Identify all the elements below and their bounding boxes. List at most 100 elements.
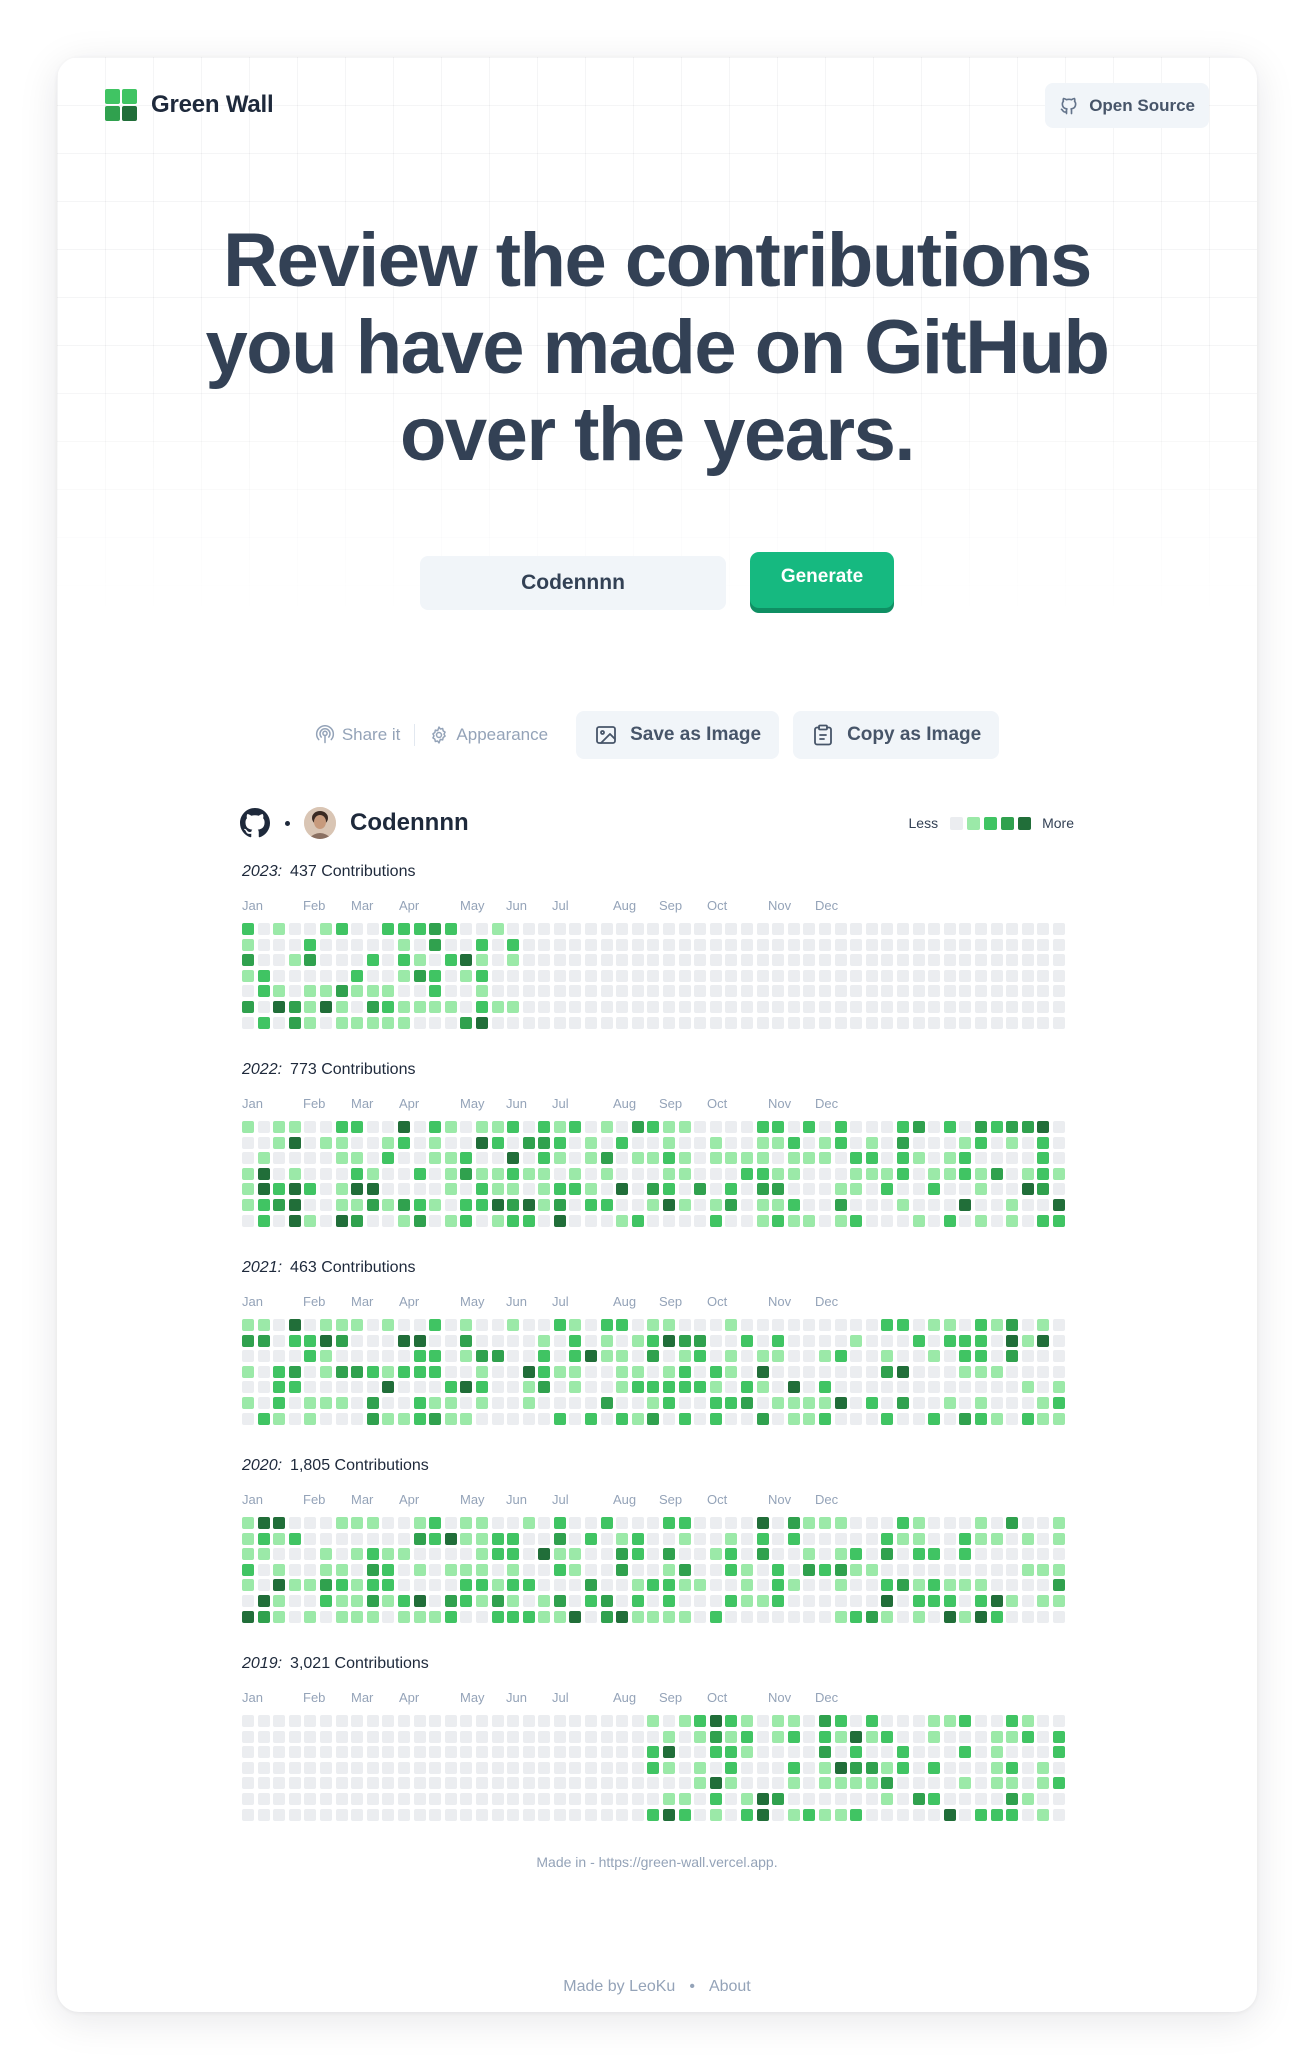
contribution-cell <box>242 1000 254 1013</box>
year-block-2020: 2020: 1,805 Contributions Jan Feb Mar Apr Ma… <box>242 1457 1065 1623</box>
contribution-cell <box>741 1808 753 1821</box>
contribution-cell <box>351 1730 364 1743</box>
open-source-button[interactable]: Open Source <box>1045 83 1209 128</box>
contribution-cell <box>553 1532 566 1545</box>
contribution-cell <box>335 954 348 967</box>
contribution-cell <box>663 954 676 967</box>
contribution-cell <box>273 1350 286 1363</box>
contribution-cell <box>600 1715 613 1727</box>
contribution-cell <box>678 1396 691 1409</box>
contribution-cell <box>865 1396 878 1409</box>
contribution-cell <box>725 1365 738 1378</box>
contribution-cell <box>429 1777 442 1790</box>
contribution-cell <box>507 1761 520 1774</box>
contribution-cell <box>429 923 442 935</box>
contribution-cell <box>475 985 488 998</box>
contribution-cell <box>974 1808 987 1821</box>
contribution-cell <box>366 1579 379 1592</box>
contribution-cell <box>631 1334 644 1347</box>
contribution-cell <box>585 1761 598 1774</box>
contribution-cell <box>709 1152 722 1165</box>
contribution-cell <box>429 1167 442 1180</box>
contribution-cell <box>678 1000 691 1013</box>
green-wall-logo-icon <box>105 89 137 121</box>
contribution-cell <box>538 1350 551 1363</box>
contribution-cell <box>772 1016 785 1029</box>
contribution-cell <box>725 1121 738 1133</box>
contribution-cell <box>974 1761 987 1774</box>
contribution-cell <box>741 1152 753 1165</box>
contribution-cell <box>585 1152 598 1165</box>
contribution-cell <box>319 1761 332 1774</box>
username-input[interactable] <box>420 556 726 610</box>
contribution-cell <box>522 1198 535 1211</box>
contribution-cell <box>647 1715 660 1727</box>
contribution-cell <box>1037 1365 1050 1378</box>
contribution-cell <box>663 1350 676 1363</box>
contribution-cell <box>725 1334 738 1347</box>
contribution-cell <box>444 954 457 967</box>
contribution-cell <box>538 1152 551 1165</box>
contribution-cell <box>429 1350 442 1363</box>
contribution-cell <box>1006 1761 1019 1774</box>
contribution-grid <box>242 1715 1065 1821</box>
contribution-cell <box>850 1381 863 1394</box>
contribution-cell <box>475 1610 488 1623</box>
contribution-cell <box>803 1350 816 1363</box>
contribution-cell <box>382 1746 395 1759</box>
contribution-cell <box>896 1610 909 1623</box>
contribution-cell <box>1021 1016 1034 1029</box>
contribution-cell <box>741 1198 753 1211</box>
contribution-cell <box>787 1532 800 1545</box>
contribution-cell <box>491 1167 504 1180</box>
contribution-cell <box>741 1730 753 1743</box>
contribution-cell <box>460 1183 473 1196</box>
contribution-cell <box>304 1548 317 1561</box>
contribution-cell <box>522 1167 535 1180</box>
contribution-cell <box>709 1198 722 1211</box>
contribution-cell <box>694 1396 707 1409</box>
contribution-cell <box>1006 1548 1019 1561</box>
contribution-cell <box>397 1167 410 1180</box>
contribution-cell <box>335 1792 348 1805</box>
contribution-cell <box>663 1016 676 1029</box>
contribution-cell <box>663 1396 676 1409</box>
contribution-cell <box>818 1167 831 1180</box>
contribution-cell <box>1021 1412 1034 1425</box>
contribution-cell <box>1052 1579 1065 1592</box>
copy-as-image-button[interactable]: Copy as Image <box>793 711 1000 759</box>
contribution-cell <box>257 1183 270 1196</box>
appearance-link[interactable]: Appearance <box>429 725 548 745</box>
contribution-cell <box>881 1746 894 1759</box>
contribution-cell <box>943 954 956 967</box>
contribution-cell <box>912 1746 925 1759</box>
share-link[interactable]: Share it <box>315 725 400 745</box>
contribution-cell <box>1037 938 1050 951</box>
contribution-cell <box>335 1136 348 1149</box>
generate-button[interactable]: Generate <box>750 552 894 608</box>
contribution-cell <box>881 954 894 967</box>
contribution-cell <box>631 1000 644 1013</box>
brand[interactable]: Green Wall <box>105 89 274 121</box>
contribution-cell <box>694 1777 707 1790</box>
contribution-cell <box>709 1532 722 1545</box>
contribution-cell <box>834 1198 847 1211</box>
contribution-cell <box>631 1198 644 1211</box>
contribution-cell <box>257 1777 270 1790</box>
about-link[interactable]: About <box>709 1978 751 1996</box>
contribution-cell <box>896 1579 909 1592</box>
contribution-cell <box>257 1610 270 1623</box>
contribution-cell <box>351 1746 364 1759</box>
open-source-label: Open Source <box>1089 95 1195 115</box>
contribution-cell <box>273 1319 286 1331</box>
month-label: Aug <box>613 1096 637 1111</box>
contribution-cell <box>491 1016 504 1029</box>
contribution-cell <box>850 1152 863 1165</box>
contribution-cell <box>881 1579 894 1592</box>
save-as-image-button[interactable]: Save as Image <box>576 711 780 759</box>
made-by-link[interactable]: Made by LeoKu <box>563 1978 675 1996</box>
contribution-cell <box>803 1517 816 1529</box>
contribution-cell <box>834 1319 847 1331</box>
contribution-cell <box>834 1167 847 1180</box>
contribution-cell <box>990 1761 1003 1774</box>
